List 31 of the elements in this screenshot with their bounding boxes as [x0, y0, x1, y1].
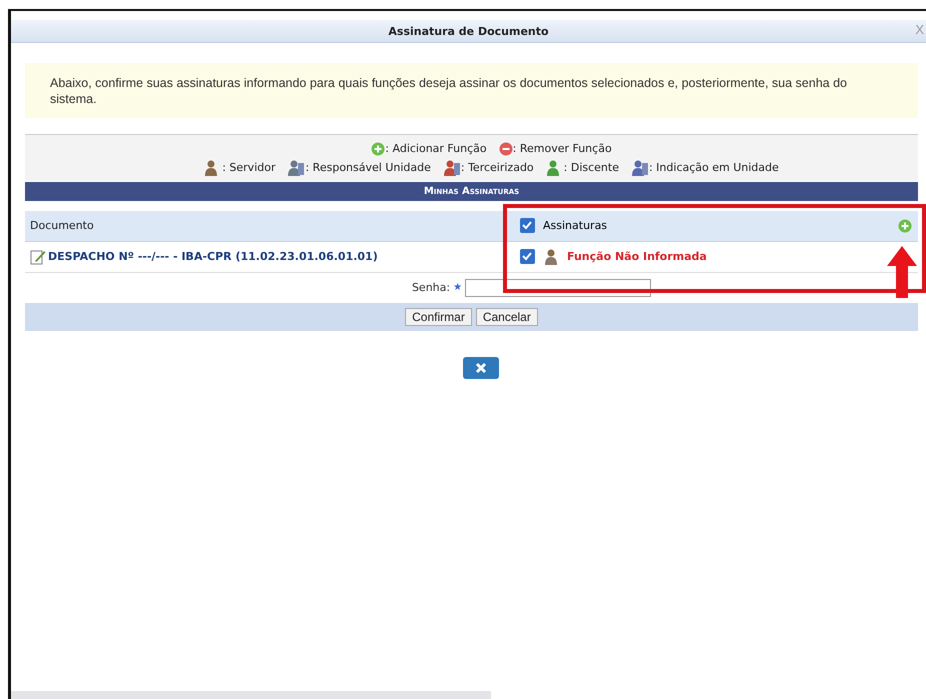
- legend-label: : Discente: [564, 161, 619, 174]
- remove-icon: [498, 142, 513, 156]
- up-arrow: [887, 246, 917, 298]
- required-marker: ★: [453, 282, 462, 293]
- column-header: Documento: [29, 219, 95, 232]
- section-caption: Minhas Assinaturas: [25, 182, 918, 200]
- password-field[interactable]: [465, 278, 652, 296]
- close-icon: [474, 362, 486, 374]
- legend-label: : Responsável Unidade: [305, 161, 431, 174]
- document-edit-icon: [30, 248, 46, 264]
- form-button[interactable]: Confirmar: [405, 308, 472, 326]
- notice-text: Abaixo, confirme suas assinaturas informando para quais funções deseja assinar os documentos selecionados e, posteriormente, sua senha do sistema.: [25, 63, 918, 118]
- person-icon: [442, 160, 461, 176]
- person-icon: [287, 160, 306, 176]
- checkbox[interactable]: [520, 249, 535, 264]
- person-icon: [543, 248, 559, 264]
- password-label: Senha:: [412, 281, 450, 294]
- document-link[interactable]: DESPACHO Nº ---/--- - IBA-CPR (11.02.23.01.06.01.01): [48, 250, 378, 263]
- checkbox[interactable]: [520, 218, 535, 233]
- legend-label: : Indicação em Unidade: [648, 161, 779, 174]
- form-button[interactable]: Cancelar: [476, 308, 538, 326]
- legend-label: : Remover Função: [512, 142, 612, 155]
- signature-role: Função Não Informada: [567, 250, 707, 263]
- window-title: Assinatura de Documento: [388, 24, 549, 38]
- column-header: Assinaturas: [543, 219, 608, 232]
- legend-label: : Adicionar Função: [385, 142, 487, 155]
- person-icon: [630, 160, 649, 176]
- legend-label: : Servidor: [222, 161, 276, 174]
- close-button[interactable]: [462, 356, 498, 378]
- add-icon: [371, 142, 386, 156]
- legend-label: : Terceirizado: [460, 161, 534, 174]
